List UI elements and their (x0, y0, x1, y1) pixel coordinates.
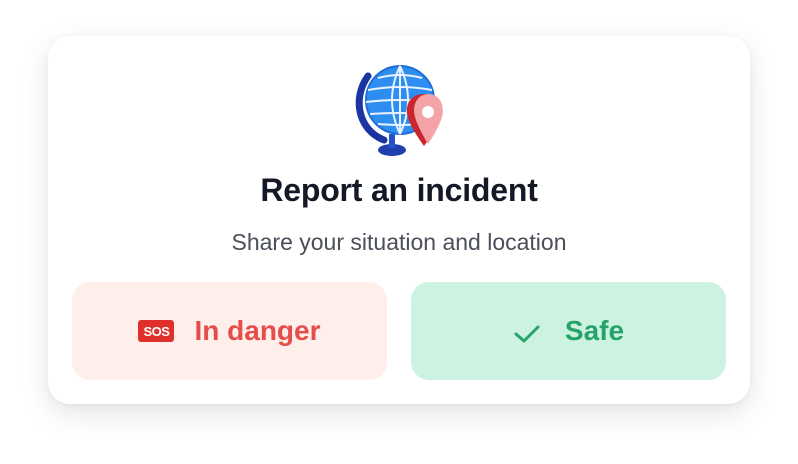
globe-with-location-pin-icon (354, 58, 450, 162)
report-incident-dialog: Report an incident Share your situation … (48, 36, 750, 404)
safe-label: Safe (564, 315, 625, 346)
sos-icon: SOS (138, 320, 175, 342)
in-danger-button[interactable]: SOS In danger (72, 282, 387, 380)
check-icon (513, 320, 541, 343)
dialog-subtitle: Share your situation and location (231, 229, 567, 255)
safe-button[interactable]: Safe (411, 282, 726, 380)
dialog-title: Report an incident (260, 172, 538, 208)
in-danger-label: In danger (194, 315, 321, 346)
